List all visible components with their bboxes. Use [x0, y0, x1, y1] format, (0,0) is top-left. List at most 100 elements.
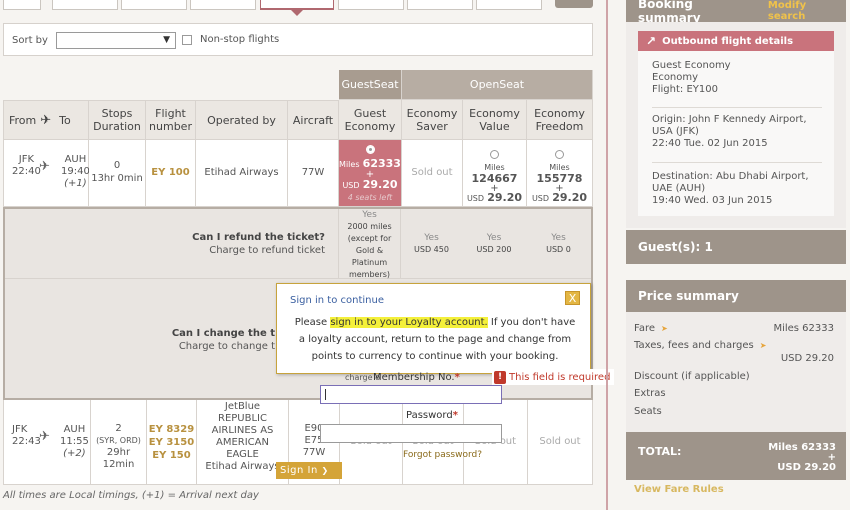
- header-operated-by: Operated by: [207, 113, 276, 127]
- refund-guest-detail: 2000 miles (except for Gold & Platinum m…: [347, 222, 392, 279]
- outbound-header[interactable]: ↗ Outbound flight details: [638, 31, 834, 51]
- fare-usd-label: USD: [466, 194, 485, 203]
- nonstop-label[interactable]: Non-stop flights: [200, 34, 279, 45]
- membership-input[interactable]: [320, 385, 502, 404]
- refund-freedom-yes: Yes: [551, 233, 566, 243]
- flight1-duration: 13hr 0min: [91, 173, 143, 184]
- col-header-stops[interactable]: Stops Duration: [89, 100, 146, 140]
- flight1-operator: Etihad Airways: [196, 140, 288, 207]
- flight2-flight-number[interactable]: EY 150: [147, 449, 196, 462]
- sort-bar: Sort by ▼ Non-stop flights: [3, 23, 593, 56]
- flight1-value-fare[interactable]: Miles 124667 + USD 29.20: [463, 140, 527, 207]
- nonstop-checkbox[interactable]: [182, 35, 192, 45]
- date-tab[interactable]: [407, 0, 473, 10]
- flight2-from-code: JFK: [12, 424, 28, 435]
- refund-value-yes: Yes: [486, 233, 502, 243]
- date-tab[interactable]: [476, 0, 542, 10]
- header-guest-economy: Guest Economy: [344, 106, 396, 133]
- arrow-icon[interactable]: ➤: [661, 324, 668, 333]
- required-star: *: [452, 410, 458, 421]
- total-values: Miles 62333 + USD 29.20: [768, 443, 836, 473]
- fare-miles-label: Miles: [549, 163, 570, 172]
- fare-usd-label: USD: [342, 181, 360, 190]
- sold-out: Sold out: [539, 436, 581, 447]
- flight2-from-time: 22:43: [12, 436, 41, 447]
- flight2-duration: 29hr 12min: [102, 447, 135, 470]
- flight1-freedom-fare[interactable]: Miles 155778 + USD 29.20: [527, 140, 593, 207]
- sold-out: Sold out: [411, 167, 453, 178]
- seats-left: 4 seats left: [347, 193, 393, 202]
- flight1-stops-count: 0: [113, 160, 121, 171]
- col-header-from-to: From ✈ To: [3, 100, 89, 140]
- fare-miles-label: Miles: [339, 160, 360, 169]
- flight1-from-time: 22:40: [12, 166, 41, 177]
- header-flight-number: Flight number: [149, 107, 192, 133]
- fare-radio[interactable]: [555, 150, 564, 159]
- brand-openseat-label: OpenSeat: [469, 78, 525, 91]
- flight2-flight-number[interactable]: EY 3150: [147, 436, 196, 449]
- destination-time: 19:40 Wed. 03 Jun 2015: [652, 195, 773, 206]
- col-header-flight: Flight number: [146, 100, 196, 140]
- fare-usd-label: USD: [531, 194, 550, 203]
- col-header-economy-value: Economy Value: [463, 100, 527, 140]
- field-error-text: This field is required: [509, 371, 611, 383]
- plane-icon: ✈: [40, 112, 52, 128]
- date-tab[interactable]: [338, 0, 404, 10]
- refund-guest: Yes 2000 miles (except for Gold & Platin…: [338, 209, 401, 279]
- flight1-to-code: AUH: [64, 154, 87, 165]
- chevron-right-icon: ❯: [321, 466, 329, 475]
- header-economy-freedom: Economy Freedom: [534, 106, 585, 133]
- view-fare-rules-link[interactable]: View Fare Rules: [634, 484, 724, 495]
- flight2-flight-number[interactable]: EY 8329: [147, 423, 196, 436]
- arrow-icon[interactable]: ➤: [760, 341, 767, 350]
- guests-header: Guest(s): 1: [626, 230, 846, 264]
- origin-label: Origin:: [652, 114, 686, 125]
- col-header-aircraft: Aircraft: [288, 100, 339, 140]
- flight2-destination: AUH 11:55 (+2): [60, 424, 89, 460]
- close-icon[interactable]: X: [565, 291, 580, 305]
- col-header-guest-economy: Guest Economy: [339, 100, 402, 140]
- flight1-to-time: 19:40: [61, 166, 90, 177]
- fare-radio-selected[interactable]: [365, 145, 375, 154]
- forgot-password-link[interactable]: Forgot password?: [403, 450, 482, 460]
- flight2-operator-line: AIRLINES AS: [211, 425, 274, 436]
- flight2-to-day: (+2): [63, 448, 86, 459]
- flight1-flight-number[interactable]: EY 100: [151, 167, 189, 178]
- change-question: Can I change the t: [171, 328, 275, 339]
- brand-guestseat: GuestSeat: [339, 70, 402, 100]
- flight1-guest-fare[interactable]: Miles 62333 + USD 29.20 4 seats left: [339, 140, 402, 207]
- taxes-row: Taxes, fees and charges ➤ USD 29.20: [634, 340, 838, 364]
- popup-signin-link[interactable]: sign in to your Loyalty account.: [330, 317, 488, 328]
- fare-usd: 29.20: [362, 178, 398, 191]
- origin-time: 22:40 Tue. 02 Jun 2015: [652, 138, 768, 149]
- date-tab[interactable]: [121, 0, 187, 10]
- date-tab-selected[interactable]: [260, 0, 334, 10]
- refund-saver: Yes USD 450: [401, 232, 462, 256]
- date-tab[interactable]: [190, 0, 256, 10]
- discount-label: Discount (if applicable): [634, 371, 750, 382]
- flight1-from-code: JFK: [18, 154, 35, 165]
- next-dates-button[interactable]: [555, 0, 593, 8]
- sort-label: Sort by: [12, 35, 48, 46]
- panel-divider: [606, 0, 608, 510]
- flight1-aircraft: 77W: [288, 140, 339, 207]
- booking-summary-header: Booking summary Modify search: [626, 0, 846, 25]
- seats-label: Seats: [634, 406, 662, 417]
- header-economy-value: Economy Value: [469, 106, 520, 133]
- signin-button[interactable]: Sign In ❯: [276, 462, 342, 479]
- flight1-flight: EY 100: [146, 140, 196, 207]
- date-tab[interactable]: [3, 0, 41, 10]
- fare-radio[interactable]: [490, 150, 499, 159]
- date-tab[interactable]: [52, 0, 118, 10]
- col-header-economy-freedom: Economy Freedom: [527, 100, 593, 140]
- refund-value: Yes USD 200: [462, 232, 526, 256]
- outbound-title: Outbound flight details: [662, 35, 794, 47]
- flight1-route: JFK 22:40 ✈ AUH 19:40 (+1): [3, 140, 90, 207]
- extras-label: Extras: [634, 388, 666, 399]
- modify-search-link[interactable]: Modify search: [768, 0, 846, 22]
- field-error-message: ! This field is required: [492, 369, 615, 385]
- outbound-flight: Flight: EY100: [652, 84, 718, 95]
- outbound-cabin-block: Guest Economy Economy Flight: EY100: [652, 60, 731, 96]
- password-input[interactable]: [320, 424, 502, 443]
- sort-select[interactable]: ▼: [56, 32, 176, 49]
